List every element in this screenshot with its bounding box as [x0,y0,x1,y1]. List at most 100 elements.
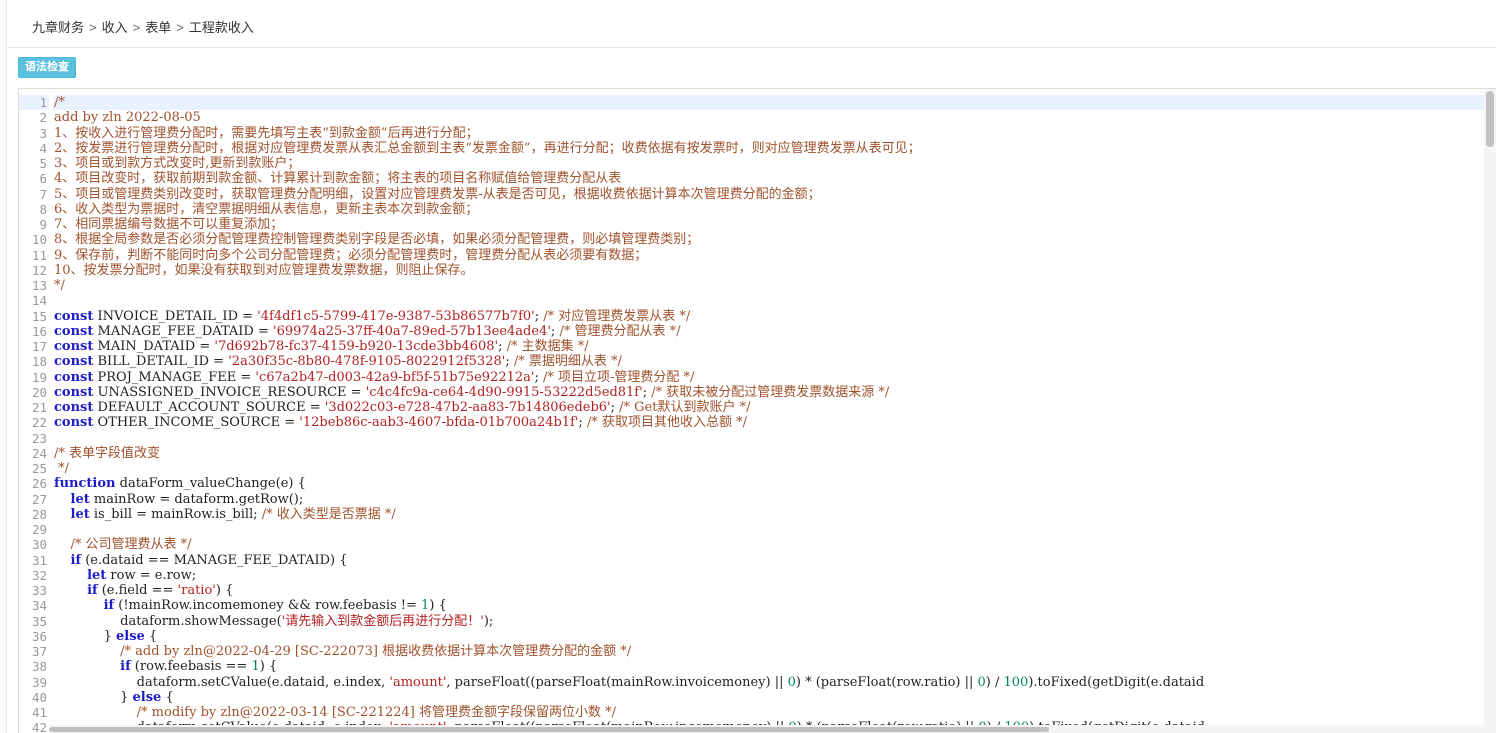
line-number: 23 [31,430,47,446]
code-line[interactable]: 10、按发票分配时，如果没有获取到对应管理费发票数据，则阻止保存。 [54,263,1484,278]
line-number: 12 [31,262,47,278]
horizontal-scrollbar-thumb[interactable] [49,727,1049,732]
code-line[interactable]: /* 表单字段值改变 [54,446,1484,461]
line-number: 6 [39,171,47,187]
line-number: 35 [31,613,47,629]
code-line[interactable]: /* 公司管理费从表 */ [54,537,1484,552]
breadcrumb-item-income[interactable]: 收入 [102,20,128,35]
code-line[interactable]: function dataForm_valueChange(e) { [54,476,1484,491]
code-line[interactable]: */ [54,278,1484,293]
code-line[interactable]: const BILL_DETAIL_ID = '2a30f35c-8b80-47… [54,354,1484,369]
code-line[interactable]: 3、项目或到款方式改变时,更新到款账户； [54,156,1484,171]
left-frame-edge [0,0,7,733]
line-number: 30 [31,537,47,553]
line-number: 8 [39,201,47,217]
line-number: 20 [31,384,47,400]
line-number: 41 [31,705,47,720]
line-number: 31 [31,552,47,568]
code-line[interactable]: 2、按发票进行管理费分配时，根据对应管理费发票从表汇总金额到主表“发票金额”，再… [54,141,1484,156]
code-line[interactable]: if (e.field == 'ratio') { [54,583,1484,598]
code-line[interactable]: if (row.feebasis == 1) { [54,659,1484,674]
line-number: 14 [31,293,47,309]
code-line[interactable]: const OTHER_INCOME_SOURCE = '12beb86c-aa… [54,415,1484,430]
line-number: 4 [39,140,47,156]
line-number: 2 [39,110,47,126]
line-number: 40 [31,689,47,705]
line-number: 21 [31,400,47,415]
code-line[interactable]: const MAIN_DATAID = '7d692b78-fc37-4159-… [54,339,1484,354]
code-line[interactable] [54,431,1484,446]
line-number: 11 [31,247,47,263]
line-number: 38 [31,659,47,675]
line-number: 36 [31,628,47,644]
code-line[interactable]: dataform.setCValue(e.dataid, e.index, 'a… [54,675,1484,690]
code-line[interactable]: if (e.dataid == MANAGE_FEE_DATAID) { [54,553,1484,568]
code-line[interactable]: 9、保存前，判断不能同时向多个公司分配管理费；必须分配管理费时，管理费分配从表必… [54,248,1484,263]
code-line[interactable]: } else { [54,690,1484,705]
line-number: 42 [31,720,47,733]
code-line[interactable] [54,293,1484,308]
code-line[interactable] [54,522,1484,537]
code-line[interactable]: /* add by zln@2022-04-29 [SC-222073] 根据收… [54,644,1484,659]
code-line[interactable]: /* modify by zln@2022-03-14 [SC-221224] … [54,705,1484,720]
code-line[interactable]: let mainRow = dataform.getRow(); [54,492,1484,507]
code-line[interactable]: 8、根据全局参数是否必须分配管理费控制管理费类别字段是否必填，如果必须分配管理费… [54,232,1484,247]
code-area[interactable]: /* add by zln 2022-08-05 1、按收入进行管理费分配时，需要先… [54,89,1484,733]
line-number: 27 [31,491,47,507]
line-number: 17 [31,339,47,354]
line-number: 33 [31,583,47,598]
page-header: 九章财务 > 收入 > 表单 > 工程款收入 [8,0,1496,48]
code-editor[interactable]: 1 2 3 4 5 6 7 8 9 10 11 12 13 14 15 16 17 18 19 20 21 22 23 24 2… [18,88,1496,733]
line-number: 25 [31,461,47,476]
code-line[interactable]: const PROJ_MANAGE_FEE = 'c67a2b47-d003-4… [54,370,1484,385]
breadcrumb: 九章财务 > 收入 > 表单 > 工程款收入 [32,17,254,36]
line-number: 7 [39,186,47,202]
line-number: 34 [31,598,47,614]
line-number: 3 [39,125,47,141]
breadcrumb-separator: > [89,20,97,35]
breadcrumb-separator: > [176,20,184,35]
line-number: 24 [31,445,47,461]
line-number: 19 [31,369,47,385]
code-line[interactable]: 6、收入类型为票据时，清空票据明细从表信息，更新主表本次到款金额； [54,202,1484,217]
line-number: 37 [31,644,47,659]
code-line[interactable]: dataform.showMessage('请先输入到款金额后再进行分配！'); [54,614,1484,629]
code-line[interactable]: const UNASSIGNED_INVOICE_RESOURCE = 'c4c… [54,385,1484,400]
line-number: 16 [31,323,47,339]
vertical-scrollbar-thumb[interactable] [1486,91,1494,147]
code-line[interactable]: const DEFAULT_ACCOUNT_SOURCE = '3d022c03… [54,400,1484,415]
line-number: 13 [31,278,47,293]
code-line[interactable]: 7、相同票据编号数据不可以重复添加； [54,217,1484,232]
syntax-check-button[interactable]: 语法检查 [18,57,76,78]
code-line[interactable]: 4、项目改变时，获取前期到款金额、计算累计到款金额；将主表的项目名称赋值给管理费… [54,171,1484,186]
breadcrumb-item-form[interactable]: 表单 [145,20,171,35]
breadcrumb-item-current: 工程款收入 [188,20,254,35]
code-line[interactable]: 1、按收入进行管理费分配时，需要先填写主表“到款金额”后再进行分配； [54,126,1484,141]
code-line[interactable]: */ [54,461,1484,476]
code-line[interactable]: add by zln 2022-08-05 [54,110,1484,125]
line-number: 1 [19,95,49,111]
line-number-gutter: 1 2 3 4 5 6 7 8 9 10 11 12 13 14 15 16 17 18 19 20 21 22 23 24 2… [19,89,49,733]
code-line[interactable]: /* [54,95,1484,111]
line-number: 26 [31,476,47,492]
code-line[interactable]: let row = e.row; [54,568,1484,583]
code-line[interactable]: let is_bill = mainRow.is_bill; /* 收入类型是否… [54,507,1484,522]
code-line[interactable]: 5、项目或管理费类别改变时，获取管理费分配明细，设置对应管理费发票-从表是否可见… [54,187,1484,202]
code-line[interactable]: const MANAGE_FEE_DATAID = '69974a25-37ff… [54,324,1484,339]
breadcrumb-item-root[interactable]: 九章财务 [32,20,84,35]
toolbar: 语法检查 [8,49,1496,87]
line-number: 39 [31,674,47,690]
line-number: 22 [31,415,47,431]
line-number: 15 [31,308,47,324]
code-line[interactable]: } else { [54,629,1484,644]
code-line[interactable]: const INVOICE_DETAIL_ID = '4f4df1c5-5799… [54,309,1484,324]
horizontal-scrollbar[interactable] [49,725,1485,733]
line-number: 18 [31,354,47,370]
line-number: 29 [31,522,47,537]
breadcrumb-separator: > [132,20,141,35]
line-number: 9 [39,217,47,232]
line-number: 5 [39,156,47,171]
line-number: 28 [31,506,47,522]
code-line[interactable]: if (!mainRow.incomemoney && row.feebasis… [54,598,1484,613]
vertical-scrollbar[interactable] [1484,89,1496,733]
